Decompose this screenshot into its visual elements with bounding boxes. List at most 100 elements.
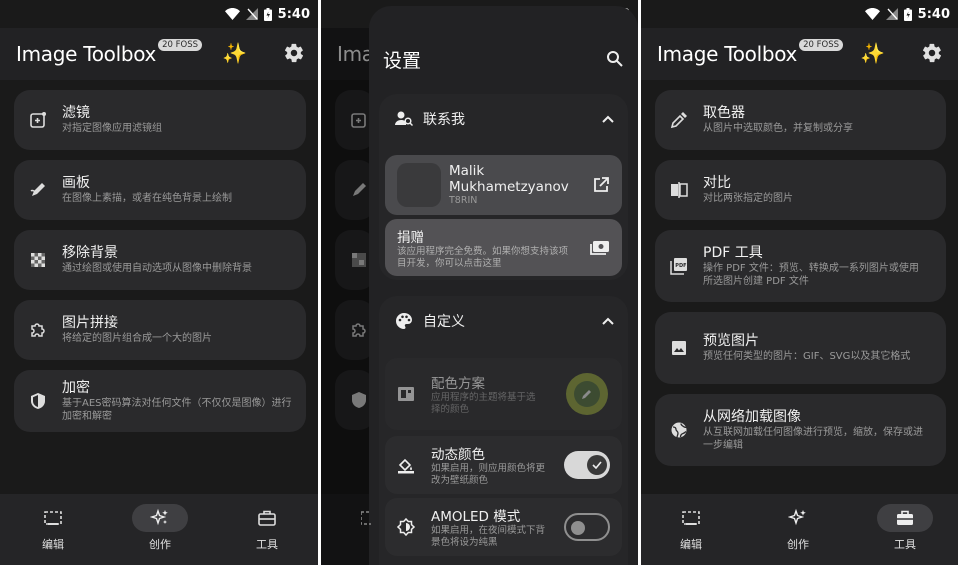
- battery-icon: [263, 7, 272, 21]
- contact-icon: [393, 111, 415, 127]
- settings-sheet: 设置 联系我 Malik Mukhametzyanov T8RIN 捐赠 该应用…: [369, 6, 638, 565]
- shield-icon: [28, 391, 48, 411]
- tool-title: 预览图片: [703, 333, 759, 349]
- tool-card-draw[interactable]: 画板在图像上素描，或者在纯色背景上绘制: [14, 160, 306, 220]
- search-icon[interactable]: [606, 50, 624, 68]
- customize-section-header[interactable]: 自定义: [379, 296, 628, 346]
- compare-icon: [669, 180, 689, 200]
- filter-icon: [28, 110, 48, 130]
- bottom-nav-behind: [321, 494, 371, 565]
- nav-create[interactable]: 创作: [130, 504, 190, 552]
- customize-section: 自定义 配色方案 应用程序的主题将基于选择的颜色 动态颜色 如果启用，则应用颜色…: [379, 296, 628, 565]
- nav-edit[interactable]: 编辑: [661, 504, 721, 552]
- tool-desc: 将给定的图片组合成一个大的图片: [62, 333, 212, 344]
- contact-section: 联系我 Malik Mukhametzyanov T8RIN 捐赠 该应用程序完…: [379, 94, 628, 280]
- amoled-row[interactable]: AMOLED 模式 如果启用，在夜间模式下背景色将设为纯黑: [385, 498, 622, 556]
- amoled-title: AMOLED 模式: [431, 509, 521, 525]
- settings-header: 设置: [383, 34, 624, 84]
- amoled-desc: 如果启用，在夜间模式下背景色将设为纯黑: [431, 525, 546, 548]
- tool-card-load-from-web[interactable]: 从网络加载图像 从互联网加载任何图像进行预览，缩放，保存或进一步编辑: [655, 394, 946, 466]
- tool-card-remove-background[interactable]: 移除背景通过绘图或使用自动选项从图像中删除背景: [14, 230, 306, 290]
- no-signal-icon: [885, 8, 898, 20]
- top-app-bar: Image Toolbox 20 FOSS ✨: [0, 28, 318, 80]
- edit-crop-icon: [682, 511, 700, 525]
- status-time: 5:40: [917, 6, 950, 22]
- sparkle-create-icon: [788, 508, 806, 526]
- screen-settings: Ima 5:40 设置 联系我 Malik Mukha: [321, 0, 638, 565]
- sparkle-icon[interactable]: ✨: [222, 41, 247, 65]
- tool-desc: 在图像上素描，或者在纯色背景上绘制: [62, 193, 232, 204]
- donate-row[interactable]: 捐赠 该应用程序完全免费。如果你想支持该项目开发，你可以点击这里: [385, 219, 622, 276]
- bottom-navigation: 编辑 创作 工具: [0, 494, 318, 565]
- battery-icon: [903, 7, 912, 21]
- color-scheme-row[interactable]: 配色方案 应用程序的主题将基于选择的颜色: [385, 358, 622, 430]
- amoled-switch[interactable]: [564, 513, 610, 541]
- globe-icon: [669, 420, 689, 440]
- top-app-bar: Image Toolbox 20 FOSS ✨: [641, 28, 958, 80]
- tool-card-encrypt[interactable]: 加密 基于AES密码算法对任何文件（不仅仅是图像）进行加密和解密: [14, 370, 306, 432]
- nav-create[interactable]: 创作: [768, 504, 828, 552]
- dynamic-color-row[interactable]: 动态颜色 如果启用，则应用颜色将更改为壁纸颜色: [385, 436, 622, 494]
- tool-title: 画板: [62, 175, 90, 191]
- bottom-navigation: 编辑 创作 工具: [641, 494, 958, 565]
- tool-title: 取色器: [703, 105, 745, 121]
- chevron-up-icon[interactable]: [602, 115, 614, 123]
- screen-create-tools: 5:40 Image Toolbox 20 FOSS ✨ 滤镜对指定图像应用滤镜…: [0, 0, 318, 565]
- nav-label: 创作: [149, 538, 171, 551]
- toolbox-icon: [897, 510, 913, 525]
- settings-title: 设置: [383, 49, 422, 72]
- gear-icon[interactable]: [283, 42, 305, 64]
- color-scheme-desc: 应用程序的主题将基于选择的颜色: [431, 392, 536, 415]
- tool-desc: 通过绘图或使用自动选项从图像中删除背景: [62, 263, 252, 274]
- nav-tools[interactable]: 工具: [237, 504, 297, 552]
- contact-section-title: 联系我: [423, 112, 465, 128]
- dynamic-color-switch[interactable]: [564, 451, 610, 479]
- tool-title: 滤镜: [62, 105, 90, 121]
- sparkle-icon[interactable]: ✨: [860, 41, 885, 65]
- tool-desc: 操作 PDF 文件：预览、转换成一系列图片或使用所选图片创建 PDF 文件: [703, 262, 919, 287]
- tool-desc: 预览任何类型的图片：GIF、SVG以及其它格式: [703, 351, 911, 362]
- no-signal-icon: [245, 8, 258, 20]
- tool-title: 移除背景: [62, 245, 118, 261]
- customize-section-title: 自定义: [423, 314, 465, 330]
- gear-icon[interactable]: [921, 42, 943, 64]
- tool-card-stitch[interactable]: 图片拼接 将给定的图片组合成一个大的图片: [14, 300, 306, 360]
- tool-card-compare[interactable]: 对比对比两张指定的图片: [655, 160, 946, 220]
- draw-icon: [28, 180, 48, 200]
- tool-desc: 对指定图像应用滤镜组: [62, 123, 162, 134]
- sparkle-create-icon: [150, 508, 168, 526]
- tool-title: 从网络加载图像: [703, 408, 801, 425]
- puzzle-icon: [28, 320, 48, 340]
- nav-edit[interactable]: 编辑: [23, 504, 83, 552]
- switch-knob: [571, 521, 585, 535]
- wifi-icon: [224, 8, 240, 20]
- donate-desc: 该应用程序完全免费。如果你想支持该项目开发，你可以点击这里: [397, 245, 569, 269]
- author-row[interactable]: Malik Mukhametzyanov T8RIN: [385, 155, 622, 215]
- tool-card-preview[interactable]: 预览图片预览任何类型的图片：GIF、SVG以及其它格式: [655, 312, 946, 384]
- edit-crop-icon: [44, 511, 62, 525]
- tool-desc: 对比两张指定的图片: [703, 193, 793, 204]
- color-scheme-icon: [398, 387, 414, 401]
- edit-crop-icon: [361, 511, 371, 525]
- avatar: [397, 163, 441, 207]
- donate-title: 捐赠: [397, 229, 424, 246]
- image-icon: [669, 338, 689, 358]
- tool-card-pdf[interactable]: PDF PDF 工具 操作 PDF 文件：预览、转换成一系列图片或使用所选图片创建…: [655, 230, 946, 302]
- tool-title: 加密: [62, 379, 90, 396]
- nav-tools[interactable]: 工具: [875, 504, 935, 552]
- tool-list: 滤镜对指定图像应用滤镜组 画板在图像上素描，或者在纯色背景上绘制 移除背景通过绘…: [14, 90, 306, 442]
- nav-label: 创作: [787, 538, 809, 551]
- contact-section-header[interactable]: 联系我: [379, 94, 628, 144]
- tool-card-filter[interactable]: 滤镜对指定图像应用滤镜组: [14, 90, 306, 150]
- eraser-icon: [28, 250, 48, 270]
- toolbox-icon: [258, 510, 276, 526]
- color-swatch[interactable]: [566, 373, 608, 415]
- foss-badge: 20 FOSS: [799, 39, 843, 51]
- chevron-up-icon[interactable]: [602, 317, 614, 325]
- wifi-icon: [864, 8, 880, 20]
- status-time: 5:40: [277, 6, 310, 22]
- tool-card-color-picker[interactable]: 取色器从图片中选取颜色，并复制或分享: [655, 90, 946, 150]
- tool-title: 对比: [703, 175, 731, 191]
- status-bar: 5:40: [641, 0, 958, 28]
- tool-desc: 从图片中选取颜色，并复制或分享: [703, 123, 853, 134]
